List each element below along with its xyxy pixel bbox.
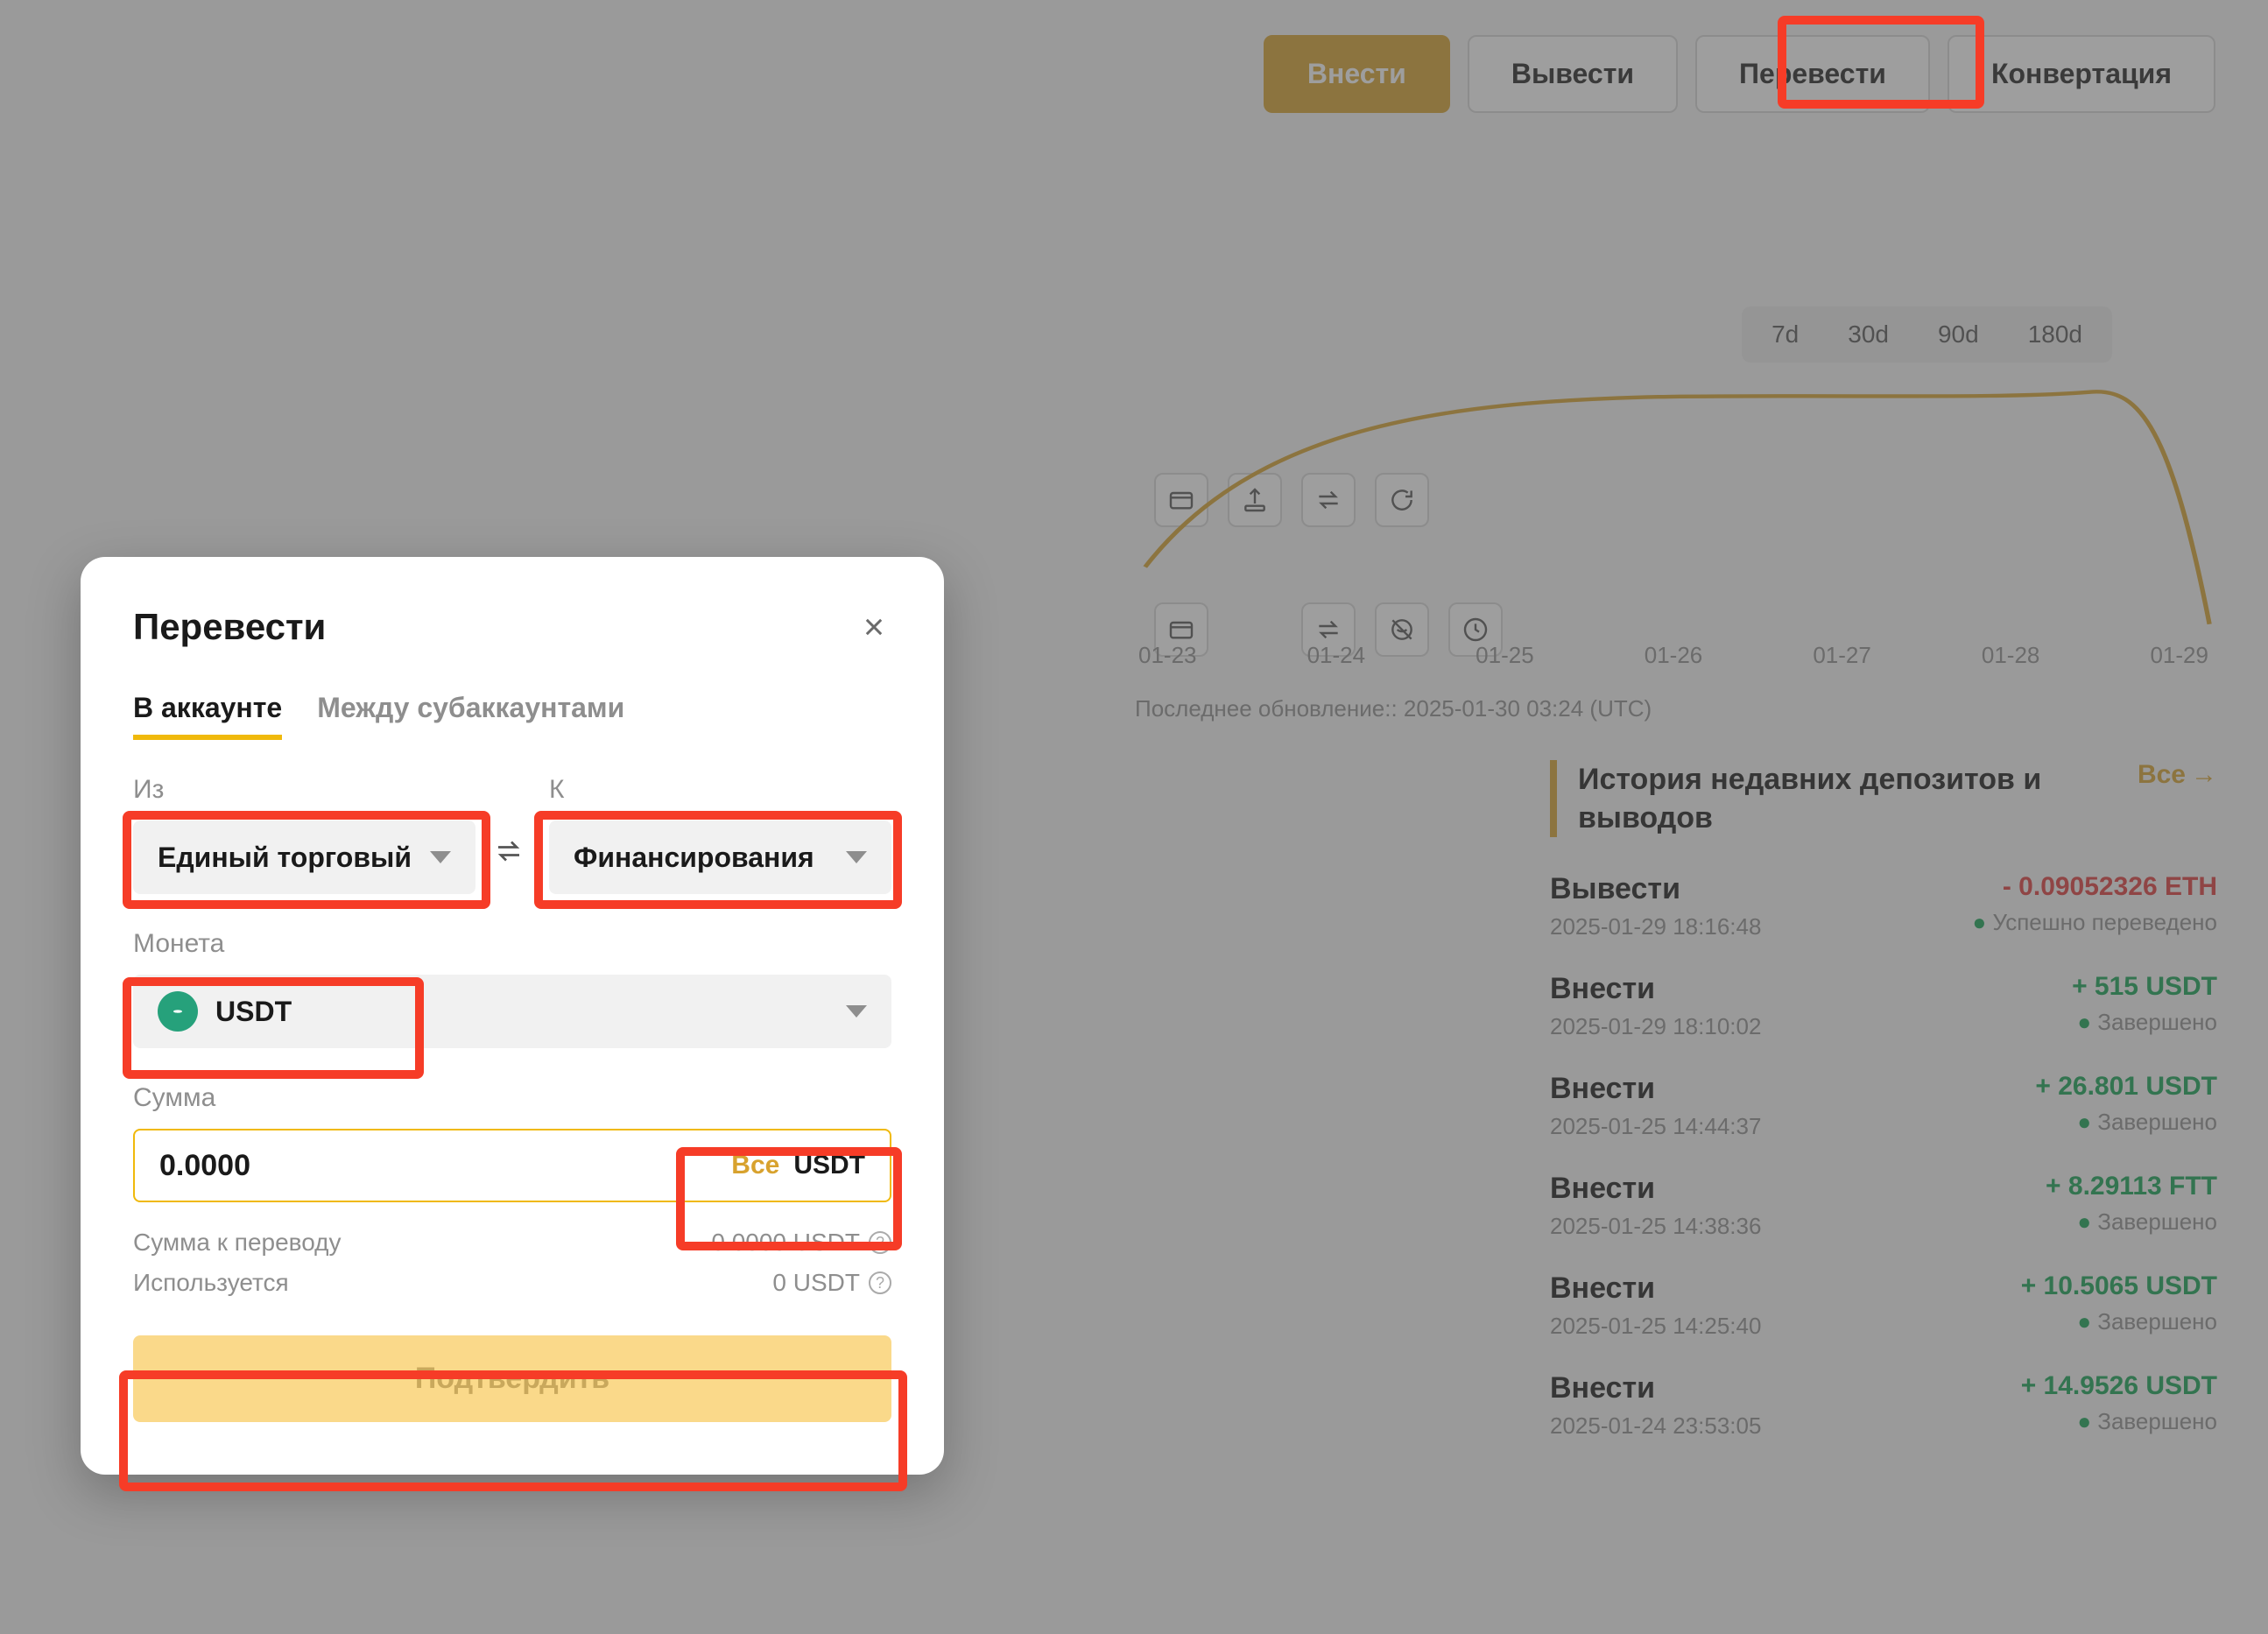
range-30d[interactable]: 30d <box>1823 312 1913 357</box>
history-item-type: Внести <box>1550 1271 1761 1306</box>
deposit-button[interactable]: Внести <box>1264 35 1450 113</box>
chart-x-axis: 01-23 01-24 01-25 01-26 01-27 01-28 01-2… <box>1130 642 2217 669</box>
history-item-type: Внести <box>1550 1072 1761 1106</box>
tab-sub-accounts[interactable]: Между субаккаунтами <box>317 692 624 740</box>
top-action-bar: Внести Вывести Перевести Конвертация <box>1264 35 2215 113</box>
axis-date: 01-24 <box>1307 642 1366 669</box>
coin-value: USDT <box>215 996 292 1028</box>
transfer-modal: Перевести В аккаунте Между субаккаунтами… <box>81 557 944 1475</box>
amount-label: Сумма <box>133 1083 891 1113</box>
range-7d[interactable]: 7d <box>1747 312 1823 357</box>
help-icon[interactable]: ? <box>869 1271 891 1294</box>
axis-date: 01-26 <box>1645 642 1703 669</box>
axis-date: 01-25 <box>1476 642 1534 669</box>
history-item-status: Успешно переведено <box>1973 909 2217 936</box>
history-item-status: Завершено <box>2035 1109 2217 1136</box>
chart-range-pills: 7d 30d 90d 180d <box>1742 306 2112 363</box>
caret-down-icon <box>430 851 451 863</box>
history-item-type: Внести <box>1550 1371 1761 1405</box>
history-section: История недавних депозитов и выводов Все… <box>1550 760 2217 1471</box>
history-item[interactable]: Внести 2025-01-25 14:44:37 + 26.801 USDT… <box>1550 1072 2217 1140</box>
history-item-time: 2025-01-25 14:25:40 <box>1550 1313 1761 1340</box>
history-item-status: Завершено <box>2021 1308 2217 1335</box>
history-item-status: Завершено <box>2046 1208 2217 1236</box>
history-item[interactable]: Внести 2025-01-24 23:53:05 + 14.9526 USD… <box>1550 1371 2217 1440</box>
withdraw-button[interactable]: Вывести <box>1468 35 1678 113</box>
history-item-type: Внести <box>1550 972 1761 1006</box>
history-item-time: 2025-01-25 14:38:36 <box>1550 1213 1761 1240</box>
arrow-right-icon: → <box>2191 760 2217 790</box>
axis-date: 01-28 <box>1982 642 2040 669</box>
confirm-button[interactable]: Подтвердить <box>133 1335 891 1422</box>
from-account-select[interactable]: Единый торговый <box>133 821 475 894</box>
range-180d[interactable]: 180d <box>2004 312 2107 357</box>
used-value: 0 USDT <box>772 1269 860 1297</box>
close-icon[interactable] <box>856 609 891 644</box>
history-item[interactable]: Вывести 2025-01-29 18:16:48 - 0.09052326… <box>1550 872 2217 940</box>
history-item-status: Завершено <box>2021 1408 2217 1435</box>
history-item-time: 2025-01-25 14:44:37 <box>1550 1113 1761 1140</box>
axis-date: 01-27 <box>1813 642 1871 669</box>
history-item-type: Вывести <box>1550 872 1761 906</box>
history-item-amount: + 26.801 USDT <box>2035 1072 2217 1102</box>
transfer-button[interactable]: Перевести <box>1695 35 1930 113</box>
usdt-icon <box>158 991 198 1032</box>
transferable-label: Сумма к переводу <box>133 1229 342 1257</box>
history-item-time: 2025-01-29 18:16:48 <box>1550 913 1761 940</box>
to-account-value: Финансирования <box>574 842 814 874</box>
amount-unit: USDT <box>793 1151 865 1180</box>
amount-input[interactable] <box>159 1149 731 1183</box>
history-item[interactable]: Внести 2025-01-25 14:25:40 + 10.5065 USD… <box>1550 1271 2217 1340</box>
help-icon[interactable]: ? <box>869 1231 891 1254</box>
history-item-amount: + 14.9526 USDT <box>2021 1371 2217 1401</box>
used-label: Используется <box>133 1269 289 1297</box>
history-item-amount: + 515 USDT <box>2072 972 2217 1002</box>
history-item-amount: - 0.09052326 ETH <box>1973 872 2217 902</box>
amount-all-button[interactable]: Все <box>731 1151 779 1180</box>
history-item[interactable]: Внести 2025-01-25 14:38:36 + 8.29113 FTT… <box>1550 1172 2217 1240</box>
from-label: Из <box>133 775 475 805</box>
modal-title: Перевести <box>133 606 326 648</box>
history-item[interactable]: Внести 2025-01-29 18:10:02 + 515 USDT За… <box>1550 972 2217 1040</box>
history-item-time: 2025-01-29 18:10:02 <box>1550 1013 1761 1040</box>
coin-label: Монета <box>133 929 891 959</box>
to-label: К <box>549 775 891 805</box>
history-item-time: 2025-01-24 23:53:05 <box>1550 1412 1761 1440</box>
history-title: История недавних депозитов и выводов <box>1578 760 2138 837</box>
balance-chart: 7d 30d 90d 180d 01-23 01-24 01-25 01-26 … <box>1112 280 2217 740</box>
convert-button[interactable]: Конвертация <box>1948 35 2215 113</box>
caret-down-icon <box>846 1005 867 1018</box>
transferable-value: 0.0000 USDT <box>711 1229 860 1257</box>
caret-down-icon <box>846 851 867 863</box>
history-item-amount: + 10.5065 USDT <box>2021 1271 2217 1301</box>
tab-in-account[interactable]: В аккаунте <box>133 692 282 740</box>
amount-input-wrap: Все USDT <box>133 1129 891 1202</box>
last-update-text: Последнее обновление:: 2025-01-30 03:24 … <box>1130 695 2217 722</box>
axis-date: 01-23 <box>1138 642 1197 669</box>
range-90d[interactable]: 90d <box>1913 312 2004 357</box>
to-account-select[interactable]: Финансирования <box>549 821 891 894</box>
swap-accounts-icon[interactable] <box>493 835 532 894</box>
history-view-all[interactable]: Все → <box>2138 760 2217 790</box>
history-all-label: Все <box>2138 760 2186 790</box>
history-item-status: Завершено <box>2072 1009 2217 1036</box>
history-item-amount: + 8.29113 FTT <box>2046 1172 2217 1201</box>
history-item-type: Внести <box>1550 1172 1761 1206</box>
coin-select[interactable]: USDT <box>133 975 891 1048</box>
from-account-value: Единый торговый <box>158 842 412 874</box>
axis-date: 01-29 <box>2150 642 2208 669</box>
chart-svg <box>1130 377 2217 630</box>
